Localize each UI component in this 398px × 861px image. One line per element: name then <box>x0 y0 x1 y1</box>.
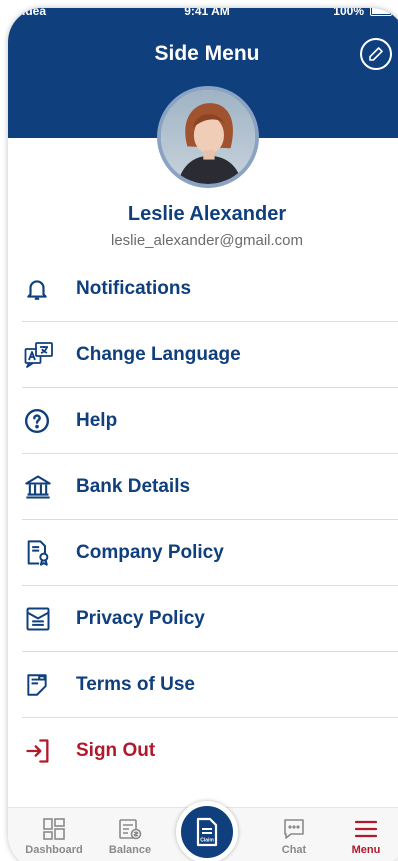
menu-label: Privacy Policy <box>76 607 205 629</box>
tab-menu[interactable]: Menu <box>326 816 398 856</box>
tab-label: Menu <box>351 844 381 856</box>
chat-icon <box>254 816 334 842</box>
tab-label: Chat <box>281 844 307 856</box>
tab-chat[interactable]: Chat <box>254 816 334 856</box>
menu-label: Change Language <box>76 343 241 365</box>
bell-icon <box>24 274 62 304</box>
terms-doc-icon <box>24 670 62 700</box>
sign-out-icon <box>24 736 62 766</box>
menu-label: Help <box>76 409 118 431</box>
menu-label: Bank Details <box>76 475 191 497</box>
menu-label: Terms of Use <box>76 673 195 695</box>
bank-icon <box>24 472 62 502</box>
policy-badge-icon <box>24 538 62 568</box>
menu-item-bank-details[interactable]: Bank Details <box>22 454 398 520</box>
dashboard-icon <box>14 816 94 842</box>
translate-icon <box>24 340 62 370</box>
menu-item-notifications[interactable]: Notifications <box>22 256 398 322</box>
tab-dashboard[interactable]: Dashboard <box>14 816 94 856</box>
page-title: Side Menu <box>154 42 260 65</box>
menu-label: Sign Out <box>76 740 156 761</box>
privacy-doc-icon <box>24 604 62 634</box>
menu-item-terms-of-use[interactable]: Terms of Use <box>22 652 398 718</box>
tab-label: Balance <box>108 844 152 856</box>
tab-balance[interactable]: Balance <box>90 816 170 856</box>
claim-button[interactable]: Claim <box>176 801 238 861</box>
menu-item-help[interactable]: Help <box>22 388 398 454</box>
menu-label: Notifications <box>76 277 192 299</box>
menu-item-privacy-policy[interactable]: Privacy Policy <box>22 586 398 652</box>
tab-label: Dashboard <box>25 844 83 856</box>
menu-item-company-policy[interactable]: Company Policy <box>22 520 398 586</box>
claim-label: Claim <box>200 838 214 844</box>
claim-icon: Claim <box>196 817 218 847</box>
battery-icon <box>370 8 392 16</box>
help-icon <box>24 406 62 436</box>
phone-screen: Idea 9:41 AM 100% Side Menu Leslie Alexa… <box>8 8 398 861</box>
pencil-icon <box>369 47 383 61</box>
side-menu: Notifications Change Language Help Bank … <box>22 256 398 784</box>
user-name: Leslie Alexander <box>127 203 287 225</box>
menu-item-change-language[interactable]: Change Language <box>22 322 398 388</box>
menu-icon <box>326 816 398 842</box>
status-bar: Idea 9:41 AM 100% <box>8 8 398 22</box>
menu-item-sign-out[interactable]: Sign Out <box>22 718 398 784</box>
menu-label: Company Policy <box>76 541 224 563</box>
balance-icon <box>90 816 170 842</box>
battery-percent: 100% <box>333 8 364 18</box>
status-right: 100% <box>333 8 392 18</box>
avatar-photo <box>161 90 255 184</box>
edit-profile-button[interactable] <box>360 38 392 70</box>
avatar[interactable] <box>157 86 259 188</box>
user-email: leslie_alexander@gmail.com <box>111 232 303 249</box>
